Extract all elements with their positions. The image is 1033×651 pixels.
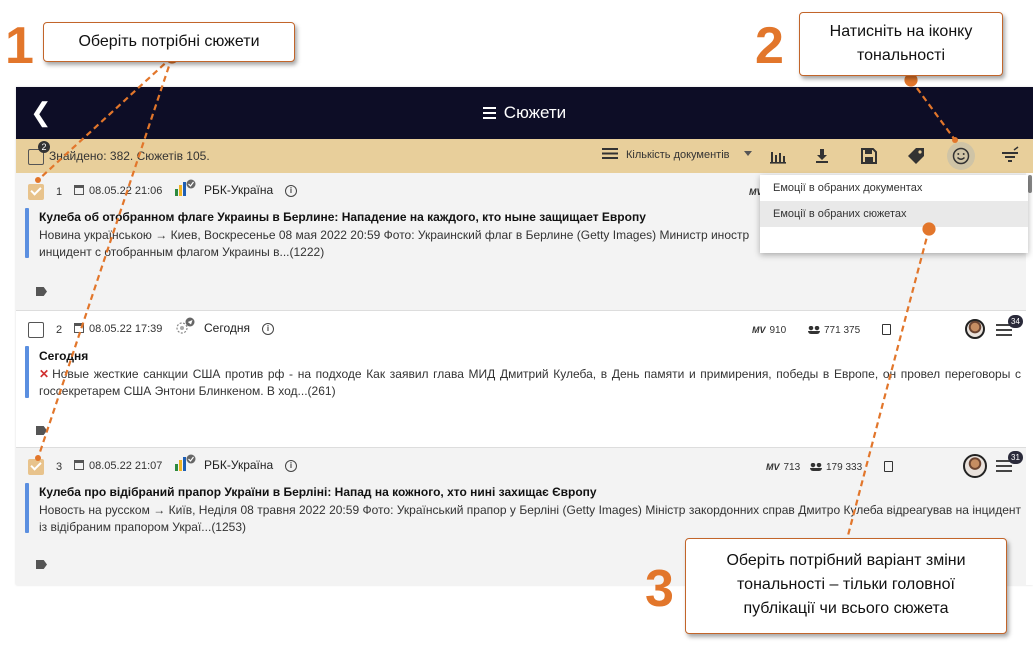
source-logo-icon [174, 317, 196, 335]
menu-item-emotions-stories[interactable]: Емоції в обраних сюжетах [760, 201, 1028, 227]
menu-item-emotions-documents[interactable]: Емоції в обраних документах [760, 175, 1028, 201]
avatar[interactable] [965, 319, 985, 339]
story-snippet: Новость на русском → Київ, Неділя 08 тра… [39, 503, 1021, 534]
audience-stat: 179 333 [810, 462, 862, 473]
callout-step-3-line3: публікації чи всього сюжета [743, 600, 949, 617]
doc-count-badge: 31 [1008, 451, 1023, 464]
tag-icon[interactable] [36, 560, 47, 569]
story-headline[interactable]: Сегодня [39, 349, 88, 363]
callout-step-2-line2: тональності [856, 47, 946, 64]
row-checkbox[interactable] [28, 459, 44, 475]
page-title: Сюжети [16, 103, 1033, 123]
source-name[interactable]: РБК-Україна [204, 458, 273, 472]
found-summary: Знайдено: 382. Сюжетів 105. [49, 149, 210, 163]
mv-stat: MV 910 [752, 325, 787, 336]
list-icon [482, 107, 496, 119]
callout-step-3-line1: Оберіть потрібний варіант зміни [726, 552, 966, 569]
row-checkbox[interactable] [28, 184, 44, 200]
row-date: 08.05.22 21:06 [74, 185, 162, 197]
source-logo-icon [174, 454, 196, 472]
calendar-icon [74, 185, 84, 195]
sort-select[interactable]: Кількість документів [602, 148, 730, 161]
relevance-bar [25, 208, 29, 258]
people-icon [810, 463, 822, 471]
sort-label: Кількість документів [626, 149, 730, 161]
row-date-text: 08.05.22 21:06 [89, 185, 163, 197]
callout-step-2: Натисніть на іконку тональності [799, 12, 1003, 76]
sort-icon [602, 148, 618, 159]
row-date: 08.05.22 21:07 [74, 460, 162, 472]
callout-step-1: Оберіть потрібні сюжети [43, 22, 295, 62]
row-number: 2 [56, 324, 63, 336]
story-headline[interactable]: Кулеба про відібраний прапор України в Б… [39, 485, 597, 499]
story-headline[interactable]: Кулеба об отобранном флаге Украины в Бер… [39, 210, 646, 224]
table-row[interactable]: 2 08.05.22 17:39 Сегодня i MV 910 771 375… [16, 311, 1026, 448]
smiley-icon [952, 147, 970, 165]
step-number-1: 1 [5, 17, 34, 75]
avatar[interactable] [963, 454, 987, 478]
source-name[interactable]: Сегодня [204, 321, 250, 335]
chevron-down-icon[interactable] [744, 151, 752, 156]
toolbar: 2 Знайдено: 382. Сюжетів 105. Кількість … [16, 139, 1033, 173]
row-date: 08.05.22 17:39 [74, 323, 162, 335]
callout-step-3: Оберіть потрібний варіант зміни тонально… [685, 538, 1007, 634]
relevance-bar [25, 483, 29, 533]
source-logo-icon [174, 179, 196, 197]
app-window: ❮ Сюжети 2 Знайдено: 382. Сюжетів 105. К… [16, 87, 1033, 585]
emotion-button[interactable] [947, 142, 975, 170]
cross-mark-icon: ✕ [39, 367, 50, 381]
document-search-icon[interactable] [882, 324, 891, 335]
step-number-2: 2 [755, 17, 784, 75]
audience-stat: 771 375 [808, 325, 860, 336]
row-date-text: 08.05.22 21:07 [89, 460, 163, 472]
calendar-icon [74, 460, 84, 470]
mv-stat: MV 713 [766, 462, 801, 473]
download-icon[interactable] [812, 146, 832, 166]
info-icon[interactable]: i [285, 460, 297, 472]
row-date-text: 08.05.22 17:39 [89, 323, 163, 335]
source-name[interactable]: РБК-Україна [204, 183, 273, 197]
story-snippet-line2: инцидент с отобранным флагом Украины в..… [39, 245, 325, 259]
scrollbar[interactable] [1028, 175, 1032, 193]
info-icon[interactable]: i [262, 323, 274, 335]
calendar-icon [74, 323, 84, 333]
story-snippet: ✕ Новые жесткие санкции США против рф - н… [39, 367, 1021, 398]
info-icon[interactable]: i [285, 185, 297, 197]
tag-icon[interactable] [906, 146, 926, 166]
filter-icon[interactable] [1000, 146, 1020, 166]
page-title-text: Сюжети [503, 103, 567, 122]
document-search-icon[interactable] [884, 461, 893, 472]
story-snippet: Новина українською → Киев, Воскресенье 0… [39, 228, 750, 242]
row-number: 3 [56, 461, 63, 473]
top-bar: ❮ Сюжети [16, 87, 1033, 139]
relevance-bar [25, 346, 29, 398]
save-icon[interactable] [859, 146, 879, 166]
people-icon [808, 326, 820, 334]
tag-icon[interactable] [36, 287, 47, 296]
bar-chart-icon[interactable] [768, 146, 788, 166]
emotion-dropdown: Емоції в обраних документах Емоції в обр… [760, 175, 1028, 253]
tag-icon[interactable] [36, 426, 47, 435]
step-number-3: 3 [645, 560, 674, 618]
row-checkbox[interactable] [28, 322, 44, 338]
doc-count-badge: 34 [1008, 315, 1023, 328]
callout-step-3-line2: тональності – тільки головної [737, 576, 955, 593]
row-number: 1 [56, 186, 63, 198]
callout-step-2-line1: Натисніть на іконку [829, 23, 973, 40]
